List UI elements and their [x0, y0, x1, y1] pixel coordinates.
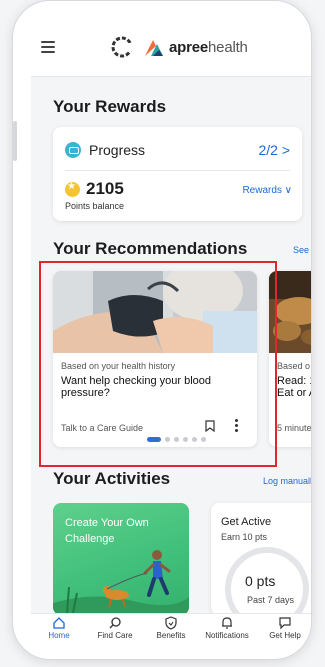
divider [65, 170, 290, 171]
nav-find-care[interactable]: Find Care [87, 616, 143, 640]
nav-label: Find Care [97, 631, 133, 640]
coin-icon [65, 181, 80, 197]
points-value: 2105 [86, 179, 124, 198]
recommendations-heading: Your Recommendations [53, 239, 248, 258]
nav-get-help[interactable]: Get Help [257, 616, 311, 640]
carousel-dot[interactable] [174, 437, 179, 442]
recommendation-card[interactable]: Based on your health history Want help c… [53, 271, 257, 447]
rewards-heading: Your Rewards [53, 97, 167, 116]
carousel-dot-active[interactable] [147, 437, 161, 442]
nav-notifications[interactable]: Notifications [199, 616, 255, 640]
brand-name: apreehealth [169, 38, 248, 56]
home-icon [53, 617, 65, 629]
progress-label: Progress [89, 142, 146, 158]
nav-home[interactable]: Home [31, 616, 87, 640]
bookmark-icon[interactable] [205, 420, 215, 432]
activity-title: Get Active [221, 516, 272, 528]
points-caption: Points balance [65, 201, 125, 211]
shield-icon [165, 616, 177, 630]
nav-label: Home [48, 631, 70, 640]
log-manually-link[interactable]: Log manually [263, 476, 311, 486]
rewards-dropdown-link[interactable]: Rewards ∨ [242, 185, 292, 196]
nav-label: Get Help [269, 631, 301, 640]
progress-row[interactable]: Progress 2/2 > [65, 139, 290, 161]
carousel-pagination[interactable] [147, 437, 210, 442]
recommendation-card-next[interactable]: Based o Read: 1 Eat or A 5 minute [269, 271, 311, 447]
see-all-link[interactable]: See all [293, 245, 311, 255]
nav-label: Notifications [205, 631, 249, 640]
bell-icon [222, 617, 232, 629]
activity-points: 0 pts [245, 573, 276, 589]
activity-period: Past 7 days [247, 595, 295, 605]
apree-logo-icon [145, 40, 163, 56]
points-row: 2105 [65, 179, 124, 199]
bottom-navigation: Home Find Care Benefits Notifications Ge… [31, 613, 311, 647]
search-icon [109, 617, 121, 629]
hamburger-menu-icon[interactable] [41, 41, 55, 53]
phone-side-button [13, 121, 17, 161]
recommendation-cta[interactable]: Talk to a Care Guide [61, 423, 143, 433]
activities-heading: Your Activities [53, 469, 171, 488]
blood-pressure-photo [53, 271, 257, 353]
chat-icon [279, 617, 291, 630]
get-active-card[interactable]: Get Active Earn 10 pts 0 pts Past 7 days [211, 503, 311, 615]
carousel-dot[interactable] [192, 437, 197, 442]
carousel-dot[interactable] [165, 437, 170, 442]
food-photo [269, 271, 311, 353]
app-header: apreehealth [31, 19, 311, 77]
recommendation-reason: Based o [277, 361, 311, 371]
phone-frame: apreehealth Your Rewards Progress 2/2 > … [12, 0, 312, 660]
recommendation-title: Want help checking your blood pressure? [61, 375, 212, 399]
brand-logo: apreehealth [111, 36, 248, 58]
nav-label: Benefits [156, 631, 186, 640]
progress-icon [65, 142, 81, 158]
rewards-card: Progress 2/2 > 2105 Points balance Rewar… [53, 127, 302, 221]
runner-with-dog-illustration [53, 550, 189, 615]
recommendation-cta[interactable]: 5 minute [277, 423, 311, 433]
progress-value[interactable]: 2/2 > [258, 142, 290, 158]
recommendation-title: Read: 1 Eat or A [277, 375, 311, 399]
activity-reward: Earn 10 pts [221, 532, 268, 542]
carousel-dot[interactable] [201, 437, 206, 442]
create-challenge-card[interactable]: Create Your Own Challenge [53, 503, 189, 615]
nav-benefits[interactable]: Benefits [143, 616, 199, 640]
carousel-dot[interactable] [183, 437, 188, 442]
app-screen: apreehealth Your Rewards Progress 2/2 > … [31, 19, 311, 647]
more-options-icon[interactable] [235, 419, 239, 433]
client-logo-icon [111, 36, 133, 58]
recommendation-reason: Based on your health history [61, 361, 176, 371]
